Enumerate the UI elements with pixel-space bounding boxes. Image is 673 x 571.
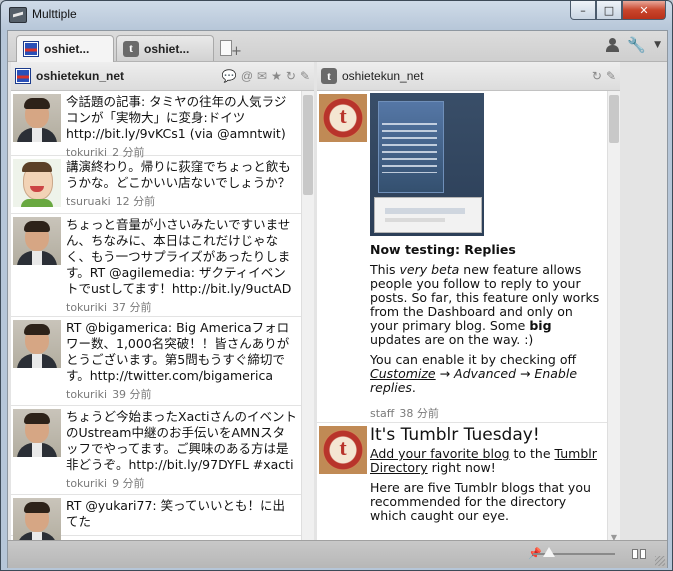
column-header: oshietekun_net 💬 @ ✉ ★ ↻ ✎ (11, 62, 314, 91)
tumblr-icon: t (123, 40, 139, 57)
tweet-text: ちょっと音量が小さいみたいですいません、ちなみに、本日はこれだけじゃなく、もう一… (66, 217, 292, 296)
toolbar-icons: 🔧 ▼ (606, 38, 661, 53)
refresh-icon[interactable]: ↻ (592, 69, 602, 83)
column-tools: ↻ ✎ (592, 69, 616, 83)
list-item[interactable]: t It's Tumblr Tuesday! Add your favorite… (317, 423, 607, 542)
list-item[interactable]: ちょうど今始まったXactiさんのイベントのUstream中継のお手伝いをAMN… (11, 406, 301, 495)
favorite-star-icon[interactable]: ★ (271, 69, 282, 83)
post-time: 38 分前 (399, 407, 439, 420)
avatar[interactable]: t (319, 426, 367, 474)
avatar[interactable] (13, 94, 61, 142)
tab-label: oshiet... (144, 41, 190, 56)
list-item[interactable]: t Now testing: Replies This very beta ne… (317, 91, 607, 423)
tweet-user[interactable]: tokuriki (66, 477, 107, 490)
settings-wrench-icon[interactable]: 🔧 (627, 38, 646, 53)
status-bar: 📌 (8, 540, 667, 568)
avatar[interactable] (13, 217, 61, 265)
title-bar[interactable]: Multtiple – □ ✕ (1, 1, 672, 29)
scrollbar-thumb[interactable] (303, 95, 313, 195)
avatar[interactable] (13, 159, 61, 207)
scrollbar-thumb[interactable] (609, 95, 619, 143)
window-controls: – □ ✕ (570, 1, 666, 20)
post-paragraph: Here are five Tumblr blogs that you reco… (370, 480, 591, 523)
tweet-text: 今話題の記事: タミヤの往年の人気ラジコンが「実物大」に変身:ドイツ http:… (66, 94, 287, 141)
column-title: oshietekun_net (36, 69, 125, 83)
tab-oshietekun-twitter[interactable]: oshiet... (16, 35, 114, 62)
maximize-button[interactable]: □ (596, 1, 622, 20)
list-item[interactable]: RT @yukari77: 笑っていいとも！に出てた (11, 495, 301, 542)
list-item[interactable]: ちょっと音量が小さいみたいですいません、ちなみに、本日はこれだけじゃなく、もう一… (11, 214, 301, 317)
avatar[interactable]: t (319, 94, 367, 142)
add-blog-link[interactable]: Add your favorite blog (370, 446, 510, 461)
tweet-user[interactable]: tsuruaki (66, 195, 111, 208)
post-heading: It's Tumblr Tuesday! (370, 425, 540, 445)
tweet-list: 今話題の記事: タミヤの往年の人気ラジコンが「実物大」に変身:ドイツ http:… (11, 91, 301, 542)
tweet-time: 12 分前 (115, 195, 156, 208)
menu-dropdown-icon[interactable]: ▼ (654, 40, 661, 50)
window-title: Multtiple (32, 7, 77, 21)
column-header: t oshietekun_net ↻ ✎ (317, 62, 620, 91)
tumblr-post-list: t Now testing: Replies This very beta ne… (317, 91, 607, 542)
column-title: oshietekun_net (342, 69, 424, 83)
message-icon[interactable]: ✉ (257, 69, 267, 83)
vertical-scrollbar[interactable]: ▼ (607, 91, 620, 542)
post-heading: Now testing: Replies (370, 242, 516, 257)
compose-icon[interactable]: ✎ (300, 69, 310, 83)
tweet-user[interactable]: tokuriki (66, 301, 107, 314)
tweet-time: 39 分前 (112, 388, 152, 401)
tweet-text: RT @bigamerica: Big Americaフォロワー数、1,000名… (66, 320, 290, 383)
app-window: Multtiple – □ ✕ oshiet... t oshiet... + … (0, 0, 673, 571)
avatar[interactable] (13, 498, 61, 542)
avatar[interactable] (13, 320, 61, 368)
app-icon (9, 7, 27, 23)
refresh-icon[interactable]: ↻ (286, 69, 296, 83)
slider-knob[interactable] (543, 547, 555, 557)
vertical-scrollbar[interactable] (301, 91, 314, 542)
mention-icon[interactable]: @ (241, 69, 253, 83)
tweet-time: 9 分前 (112, 477, 145, 490)
close-button[interactable]: ✕ (622, 1, 666, 20)
minimize-button[interactable]: – (570, 1, 596, 20)
oshietekun-icon (23, 41, 39, 57)
tweet-time: 37 分前 (112, 301, 152, 314)
compose-icon[interactable]: ✎ (606, 69, 616, 83)
tab-bar: oshiet... t oshiet... + 🔧 ▼ (8, 31, 667, 62)
post-user[interactable]: staff (370, 407, 394, 420)
client-area: oshiet... t oshiet... + 🔧 ▼ oshietekun_n… (7, 30, 668, 568)
tweet-text: RT @yukari77: 笑っていいとも！に出てた (66, 498, 285, 529)
columns-layout-icon[interactable] (632, 549, 646, 559)
post-paragraph: You can enable it by checking off Custom… (370, 352, 578, 395)
tumblr-column: t oshietekun_net ↻ ✎ t Now testing: Repl… (317, 62, 620, 542)
twitter-column: oshietekun_net 💬 @ ✉ ★ ↻ ✎ 今話題の記事: タミヤの往… (11, 62, 314, 542)
resize-grip[interactable] (655, 556, 665, 566)
post-paragraph: This very beta new feature allows people… (370, 262, 600, 347)
column-tools: 💬 @ ✉ ★ ↻ ✎ (222, 69, 310, 83)
tumblr-icon: t (321, 68, 337, 84)
post-image[interactable] (370, 93, 484, 236)
list-item[interactable]: 今話題の記事: タミヤの往年の人気ラジコンが「実物大」に変身:ドイツ http:… (11, 91, 301, 159)
list-item[interactable]: RT @bigamerica: Big Americaフォロワー数、1,000名… (11, 317, 301, 406)
tweet-text: ちょうど今始まったXactiさんのイベントのUstream中継のお手伝いをAMN… (66, 409, 297, 472)
new-tab-button[interactable]: + (220, 40, 242, 59)
avatar[interactable] (13, 409, 61, 457)
tweet-text: 講演終わり。帰りに荻窪でちょっと飲もうかな。どこかいい店ないでしょうか？ (66, 159, 291, 190)
tab-label: oshiet... (44, 42, 90, 56)
tweet-user[interactable]: tokuriki (66, 388, 107, 401)
customize-link[interactable]: Customize (370, 366, 436, 381)
account-icon[interactable] (606, 38, 620, 52)
list-item[interactable]: 講演終わり。帰りに荻窪でちょっと飲もうかな。どこかいい店ないでしょうか？ tsu… (11, 156, 301, 214)
tab-oshietekun-tumblr[interactable]: t oshiet... (116, 35, 214, 61)
reply-icon[interactable]: 💬 (222, 69, 237, 83)
post-paragraph: Add your favorite blog to the Tumblr Dir… (370, 446, 597, 475)
oshietekun-icon (15, 68, 31, 84)
